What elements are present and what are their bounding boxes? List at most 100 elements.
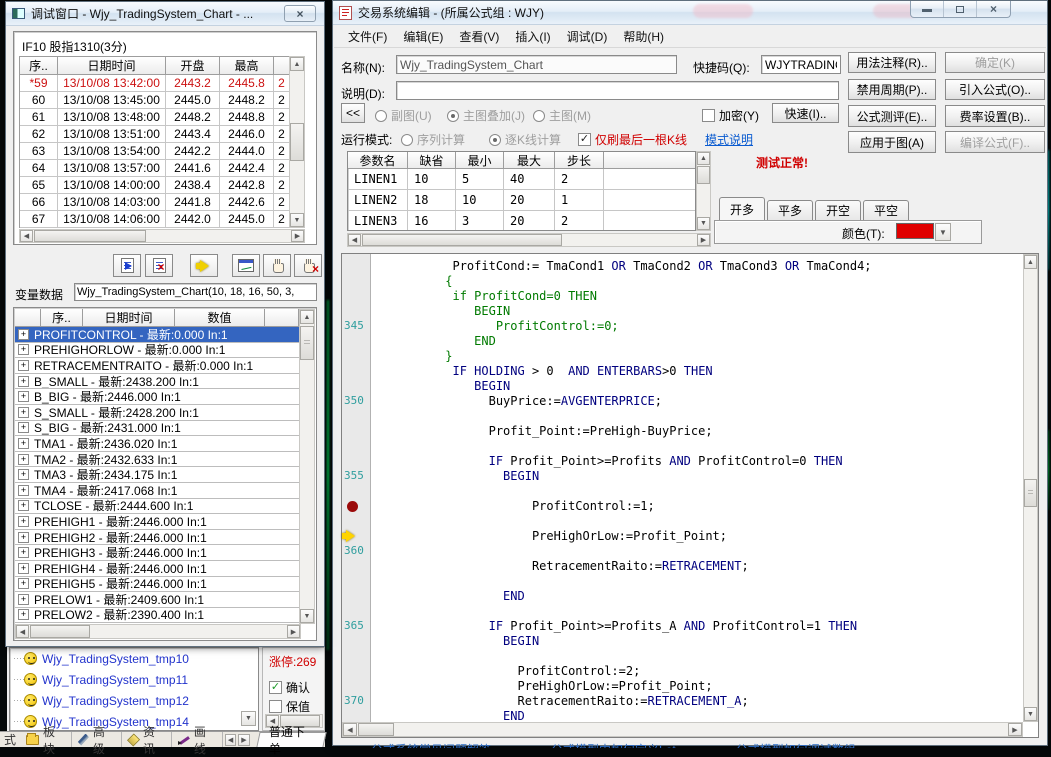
expand-plus-icon[interactable]: + xyxy=(18,609,29,620)
evaluate-button[interactable]: 公式测评(E).. xyxy=(848,105,936,127)
param-row[interactable]: LINEN1105402 xyxy=(348,169,695,190)
expand-plus-icon[interactable]: + xyxy=(18,360,29,371)
menu-item[interactable]: 调试(D) xyxy=(559,25,616,48)
debug-close-button[interactable]: × xyxy=(284,5,316,22)
encrypt-checkbox[interactable]: 加密(Y) xyxy=(702,107,759,124)
bottom-tab-高级[interactable]: 高级 xyxy=(72,732,122,747)
expand-plus-icon[interactable]: + xyxy=(18,563,29,574)
compile-button[interactable]: 编译公式(F).. xyxy=(945,131,1045,153)
code-text-area[interactable]: ProfitCond:= TmaCond1 OR TmaCond2 OR Tma… xyxy=(342,254,1023,722)
debug-pause-button[interactable] xyxy=(263,254,291,277)
hedge-checkbox[interactable]: 保值 xyxy=(269,698,310,715)
menu-item[interactable]: 插入(I) xyxy=(507,25,558,48)
variable-row[interactable]: +PRELOW1 - 最新:2409.600 In:1 xyxy=(15,592,299,608)
variable-row[interactable]: +S_SMALL - 最新:2428.200 In:1 xyxy=(15,405,299,421)
code-editor[interactable]: 345350355360365370 ProfitCond:= TmaCond1… xyxy=(341,253,1039,738)
price-row[interactable]: 6313/10/08 13:54:002442.22444.02 xyxy=(20,143,289,160)
code-line[interactable]: BuyPrice:=AVGENTERPRICE; xyxy=(373,394,1023,409)
variable-list[interactable]: +PROFITCONTROL - 最新:0.000 In:1+PREHIGHOR… xyxy=(15,327,299,624)
fee-settings-button[interactable]: 费率设置(B).. xyxy=(945,105,1045,127)
price-row[interactable]: 6613/10/08 14:03:002441.82442.62 xyxy=(20,194,289,211)
expand-plus-icon[interactable]: + xyxy=(18,454,29,465)
code-line[interactable]: BEGIN xyxy=(373,634,1023,649)
close-button[interactable]: × xyxy=(977,1,1010,17)
ok-button[interactable]: 确定(K) xyxy=(945,52,1045,73)
variable-row[interactable]: +B_SMALL - 最新:2438.200 In:1 xyxy=(15,374,299,390)
price-table-hscrollbar[interactable]: ◀ ▶ xyxy=(19,229,305,243)
expand-plus-icon[interactable]: + xyxy=(18,469,29,480)
code-line[interactable]: } xyxy=(373,349,1023,364)
variable-list-vscrollbar[interactable]: ▲ ▼ xyxy=(299,309,315,624)
radio-series-calc[interactable]: 序列计算 xyxy=(401,131,465,148)
menu-item[interactable]: 编辑(E) xyxy=(395,25,451,48)
debug-run-button[interactable] xyxy=(113,254,141,277)
disable-period-button[interactable]: 禁用周期(P).. xyxy=(848,79,936,100)
code-line[interactable]: IF Profit_Point>=Profits AND ProfitContr… xyxy=(373,454,1023,469)
code-line[interactable] xyxy=(373,544,1023,559)
variable-row[interactable]: +B_BIG - 最新:2446.000 In:1 xyxy=(15,389,299,405)
menu-item[interactable]: 帮助(H) xyxy=(615,25,672,48)
minimize-button[interactable]: ▬ xyxy=(911,1,944,17)
confirm-checkbox[interactable]: ✓确认 xyxy=(269,679,310,696)
editor-titlebar[interactable]: 交易系统编辑 - (所属公式组 : WJY) ▬ × xyxy=(333,1,1047,25)
price-row[interactable]: 6513/10/08 14:00:002438.42442.82 xyxy=(20,177,289,194)
price-row[interactable]: 6413/10/08 13:57:002441.62442.42 xyxy=(20,160,289,177)
param-table-vscrollbar[interactable]: ▲ ▼ xyxy=(696,151,711,231)
refresh-last-checkbox[interactable]: ✓仅刷最后一根K线 xyxy=(578,131,687,148)
expand-plus-icon[interactable]: + xyxy=(18,376,29,387)
price-table[interactable]: 序..日期时间开盘最高*5913/10/08 13:42:002443.2244… xyxy=(19,56,289,228)
price-row[interactable]: 6113/10/08 13:48:002448.22448.82 xyxy=(20,109,289,126)
code-line[interactable]: BEGIN xyxy=(373,379,1023,394)
variable-row[interactable]: +PRELOW2 - 最新:2390.400 In:1 xyxy=(15,608,299,624)
code-line[interactable] xyxy=(373,574,1023,589)
variable-row[interactable]: +TMA2 - 最新:2432.633 In:1 xyxy=(15,452,299,468)
param-row[interactable]: LINEN3163202 xyxy=(348,211,695,231)
variable-row[interactable]: +PREHIGH2 - 最新:2446.000 In:1 xyxy=(15,530,299,546)
import-formula-button[interactable]: 引入公式(O).. xyxy=(945,79,1045,100)
radio-subchart[interactable]: 副图(U) xyxy=(375,107,432,124)
price-row[interactable]: 6213/10/08 13:51:002443.42446.02 xyxy=(20,126,289,143)
debug-cancel-pause-button[interactable]: × xyxy=(294,254,322,277)
signal-tab-2[interactable]: 平多 xyxy=(767,200,813,220)
param-row[interactable]: LINEN21810201 xyxy=(348,190,695,211)
description-input[interactable] xyxy=(396,81,839,100)
expand-plus-icon[interactable]: + xyxy=(18,422,29,433)
code-line[interactable]: END xyxy=(373,334,1023,349)
code-line[interactable]: ProfitControl:=1; xyxy=(373,499,1023,514)
code-line[interactable] xyxy=(373,604,1023,619)
code-line[interactable]: ProfitControl:=2; xyxy=(373,664,1023,679)
variable-row[interactable]: +PREHIGH4 - 最新:2446.000 In:1 xyxy=(15,561,299,577)
code-vscrollbar[interactable]: ▲ ▼ xyxy=(1023,254,1038,722)
variable-row[interactable]: +PREHIGH5 - 最新:2446.000 In:1 xyxy=(15,577,299,593)
collapse-button[interactable]: << xyxy=(341,103,365,123)
code-line[interactable] xyxy=(373,409,1023,424)
code-line[interactable] xyxy=(373,514,1023,529)
expand-plus-icon[interactable]: + xyxy=(18,594,29,605)
code-line[interactable]: RetracementRaito:=RETRACEMENT_A; xyxy=(373,694,1023,709)
expand-plus-icon[interactable]: + xyxy=(18,578,29,589)
menu-item[interactable]: 查看(V) xyxy=(451,25,507,48)
expand-plus-icon[interactable]: + xyxy=(18,329,29,340)
code-line[interactable]: if ProfitCond=0 THEN xyxy=(373,289,1023,304)
variable-row[interactable]: +TMA3 - 最新:2434.175 In:1 xyxy=(15,467,299,483)
expand-plus-icon[interactable]: + xyxy=(18,391,29,402)
var-data-value[interactable]: Wjy_TradingSystem_Chart(10, 18, 16, 50, … xyxy=(74,283,317,301)
code-line[interactable]: ProfitCond:= TmaCond1 OR TmaCond2 OR Tma… xyxy=(373,259,1023,274)
signal-tab-4[interactable]: 平空 xyxy=(863,200,909,220)
code-line[interactable]: END xyxy=(373,589,1023,604)
expand-plus-icon[interactable]: + xyxy=(18,516,29,527)
expand-plus-icon[interactable]: + xyxy=(18,547,29,558)
variable-row[interactable]: +PREHIGH3 - 最新:2446.000 In:1 xyxy=(15,545,299,561)
quick-button[interactable]: 快速(I).. xyxy=(772,103,839,123)
debug-chart-button[interactable] xyxy=(232,254,260,277)
bottom-tab-板块[interactable]: 板块 xyxy=(20,732,72,747)
menu-item[interactable]: 文件(F) xyxy=(340,25,395,48)
tree-item[interactable]: Wjy_TradingSystem_tmp11 xyxy=(10,669,258,690)
bottom-tab-画线[interactable]: 画线 xyxy=(172,732,223,747)
price-table-vscrollbar[interactable]: ▲ ▼ xyxy=(289,56,305,228)
code-line[interactable]: RetracementRaito:=RETRACEMENT; xyxy=(373,559,1023,574)
radio-overlay[interactable]: 主图叠加(J) xyxy=(447,107,525,124)
code-line[interactable]: { xyxy=(373,274,1023,289)
expand-plus-icon[interactable]: + xyxy=(18,344,29,355)
variable-row[interactable]: +TMA4 - 最新:2417.068 In:1 xyxy=(15,483,299,499)
